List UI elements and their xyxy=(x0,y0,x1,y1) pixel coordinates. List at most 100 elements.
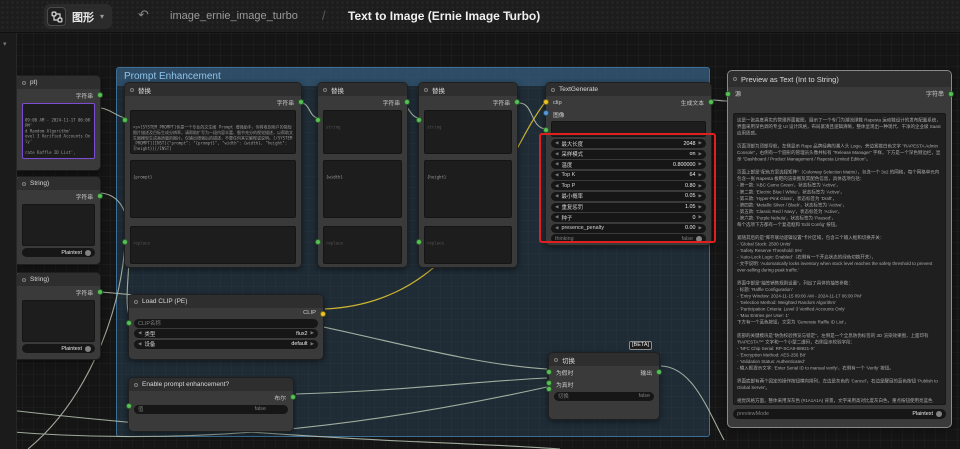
widget-sampling-mode[interactable]: ◀ 采样模式 on ▶ xyxy=(551,150,706,159)
output-dot-text[interactable] xyxy=(708,99,714,105)
output-dot-string[interactable] xyxy=(514,99,520,105)
decrement-arrow-icon[interactable]: ◀ xyxy=(555,162,558,167)
preview-text-area[interactable]: 这是一张高度真实的管理界面截图，展示了一个专门为潮流球鞋 Rapesta 运动鞋… xyxy=(733,113,946,405)
widget-type[interactable]: ◀ 类型 flux2 ▶ xyxy=(134,329,318,338)
search-text-area[interactable]: string xyxy=(323,110,402,154)
replace-with-text-area[interactable]: {height} xyxy=(424,160,512,218)
input-dot-on-false[interactable] xyxy=(546,369,552,375)
node-switch[interactable]: 切换 为假时 输出 为真时 切换 false xyxy=(548,352,660,420)
decrement-arrow-icon[interactable]: ◀ xyxy=(555,152,558,157)
input-dot-replace[interactable] xyxy=(315,239,321,245)
increment-arrow-icon[interactable]: ▶ xyxy=(699,184,702,189)
text-preview-area[interactable] xyxy=(22,300,95,342)
replace-source-text-area[interactable]: replace xyxy=(130,226,296,264)
increment-arrow-icon[interactable]: ▶ xyxy=(699,141,702,146)
increment-arrow-icon[interactable]: ▶ xyxy=(699,162,702,167)
workspace-menu[interactable]: 图形 ▾ xyxy=(44,4,112,29)
prompt-text-area[interactable]: prompt xyxy=(551,121,706,137)
toggle-knob-icon[interactable] xyxy=(85,346,91,352)
node-left-preview-prompt[interactable]: pt) 字符串 09:00 AM - 2024-11-17 06:00 PM' … xyxy=(17,75,101,171)
toggle-knob-icon[interactable] xyxy=(85,250,91,256)
widget-switch[interactable]: 切换 false xyxy=(554,392,654,401)
widget-seed[interactable]: ◀ 种子 0 ▶ xyxy=(551,213,706,222)
collapse-dot-icon[interactable] xyxy=(551,88,555,92)
search-text-area[interactable]: string xyxy=(424,110,512,154)
widget-repetition-penalty[interactable]: ◀ 重复惩罚 1.05 ▶ xyxy=(551,203,706,212)
increment-arrow-icon[interactable]: ▶ xyxy=(699,173,702,178)
widget-value[interactable]: 值 false xyxy=(134,405,288,414)
input-dot-source[interactable] xyxy=(725,91,731,97)
widget-temperature[interactable]: ◀ 温度 0.800000 ▶ xyxy=(551,160,706,169)
input-dot-string[interactable] xyxy=(315,117,321,123)
node-load-clip[interactable]: Load CLIP (PE) CLIP CLIP名称 ◀ 类型 flux2 ▶ … xyxy=(128,294,324,360)
widget-min-p[interactable]: ◀ 最小概率 0.05 ▶ xyxy=(551,192,706,201)
chevron-down-icon[interactable]: ▾ xyxy=(508,11,512,20)
widget-device[interactable]: ◀ 设备 default ▶ xyxy=(134,340,318,349)
collapse-dot-icon[interactable] xyxy=(323,88,327,92)
output-dot-string[interactable] xyxy=(97,289,103,295)
toggle-knob-icon[interactable] xyxy=(696,236,702,242)
input-dot-clip-name[interactable] xyxy=(126,320,132,326)
output-dot-string[interactable] xyxy=(97,193,103,199)
input-dot-string[interactable] xyxy=(416,117,422,123)
replace-source-text-area[interactable]: replace xyxy=(323,226,402,264)
output-dot-boolean[interactable] xyxy=(290,394,296,400)
output-dot[interactable] xyxy=(656,369,662,375)
output-dot-string[interactable] xyxy=(298,99,304,105)
node-left-int-to-string-1[interactable]: String) 字符串 Plaintext xyxy=(17,176,101,265)
decrement-arrow-icon[interactable]: ◀ xyxy=(555,194,558,199)
widget-thinking-toggle[interactable]: thinking false xyxy=(551,234,706,243)
input-dot-replace[interactable] xyxy=(416,239,422,245)
collapse-dot-icon[interactable] xyxy=(554,358,558,362)
collapse-dot-icon[interactable] xyxy=(130,88,134,92)
collapse-dot-icon[interactable] xyxy=(733,77,737,81)
collapse-dot-icon[interactable] xyxy=(424,88,428,92)
node-replace-1[interactable]: 替换 字符串 <s>[SYSTEM_PROMPT]你是一个专业的文生图 Prom… xyxy=(124,82,302,268)
input-dot-string[interactable] xyxy=(122,117,128,123)
text-preview-area[interactable] xyxy=(22,204,95,246)
decrement-arrow-icon[interactable]: ◀ xyxy=(138,331,141,336)
decrement-arrow-icon[interactable]: ◀ xyxy=(555,226,558,231)
input-dot-image[interactable] xyxy=(543,110,549,116)
collapse-dot-icon[interactable] xyxy=(134,300,138,304)
increment-arrow-icon[interactable]: ▶ xyxy=(311,331,314,336)
replace-with-text-area[interactable]: {prompt} xyxy=(130,160,296,218)
output-dot-clip[interactable] xyxy=(320,311,326,317)
clip-name-field[interactable]: CLIP名称 xyxy=(134,319,318,328)
increment-arrow-icon[interactable]: ▶ xyxy=(699,226,702,231)
preview-mode-toggle[interactable]: previewMode Plaintext xyxy=(733,409,946,419)
increment-arrow-icon[interactable]: ▶ xyxy=(699,215,702,220)
input-dot-replace[interactable] xyxy=(122,239,128,245)
collapse-dot-icon[interactable] xyxy=(22,81,26,85)
node-left-int-to-string-2[interactable]: String) 字符串 Plaintext xyxy=(17,272,101,360)
widget-max-length[interactable]: ◀ 最大长度 2048 ▶ xyxy=(551,139,706,148)
replace-with-text-area[interactable]: {width} xyxy=(323,160,402,218)
output-dot-string[interactable] xyxy=(97,92,103,98)
input-dot-value[interactable] xyxy=(126,403,132,409)
node-textgenerate[interactable]: TextGenerate clip 生成文本 图像 prompt ◀ 最大长度 … xyxy=(545,82,712,246)
text-preview-area[interactable]: 09:00 AM - 2024-11-17 06:00 PM' d Random… xyxy=(22,103,95,159)
output-dot-string[interactable] xyxy=(948,91,954,97)
replace-source-text-area[interactable]: replace xyxy=(424,226,512,264)
decrement-arrow-icon[interactable]: ◀ xyxy=(555,173,558,178)
widget-presence-penalty[interactable]: ◀ presence_penalty 0.00 ▶ xyxy=(551,224,706,233)
increment-arrow-icon[interactable]: ▶ xyxy=(699,205,702,210)
collapse-dot-icon[interactable] xyxy=(22,182,26,186)
decrement-arrow-icon[interactable]: ◀ xyxy=(555,141,558,146)
node-enable-prompt-enhancement[interactable]: Enable prompt enhancement? 布尔 值 false xyxy=(128,377,294,432)
increment-arrow-icon[interactable]: ▶ xyxy=(699,152,702,157)
input-dot-switch[interactable] xyxy=(546,386,552,392)
preview-mode-toggle[interactable]: Plaintext xyxy=(22,344,95,353)
collapse-panel-icon[interactable]: ▾ xyxy=(3,40,7,48)
node-preview-as-text[interactable]: Preview as Text (Int to String) 源 字符串 这是… xyxy=(727,70,952,428)
decrement-arrow-icon[interactable]: ◀ xyxy=(555,215,558,220)
collapse-dot-icon[interactable] xyxy=(22,278,26,282)
decrement-arrow-icon[interactable]: ◀ xyxy=(138,342,141,347)
increment-arrow-icon[interactable]: ▶ xyxy=(311,342,314,347)
workflow-logo-icon[interactable] xyxy=(47,7,66,26)
increment-arrow-icon[interactable]: ▶ xyxy=(699,194,702,199)
toggle-knob-icon[interactable] xyxy=(936,411,942,417)
output-dot-string[interactable] xyxy=(404,99,410,105)
collapse-dot-icon[interactable] xyxy=(134,383,138,387)
widget-top-k[interactable]: ◀ Top K 64 ▶ xyxy=(551,171,706,180)
